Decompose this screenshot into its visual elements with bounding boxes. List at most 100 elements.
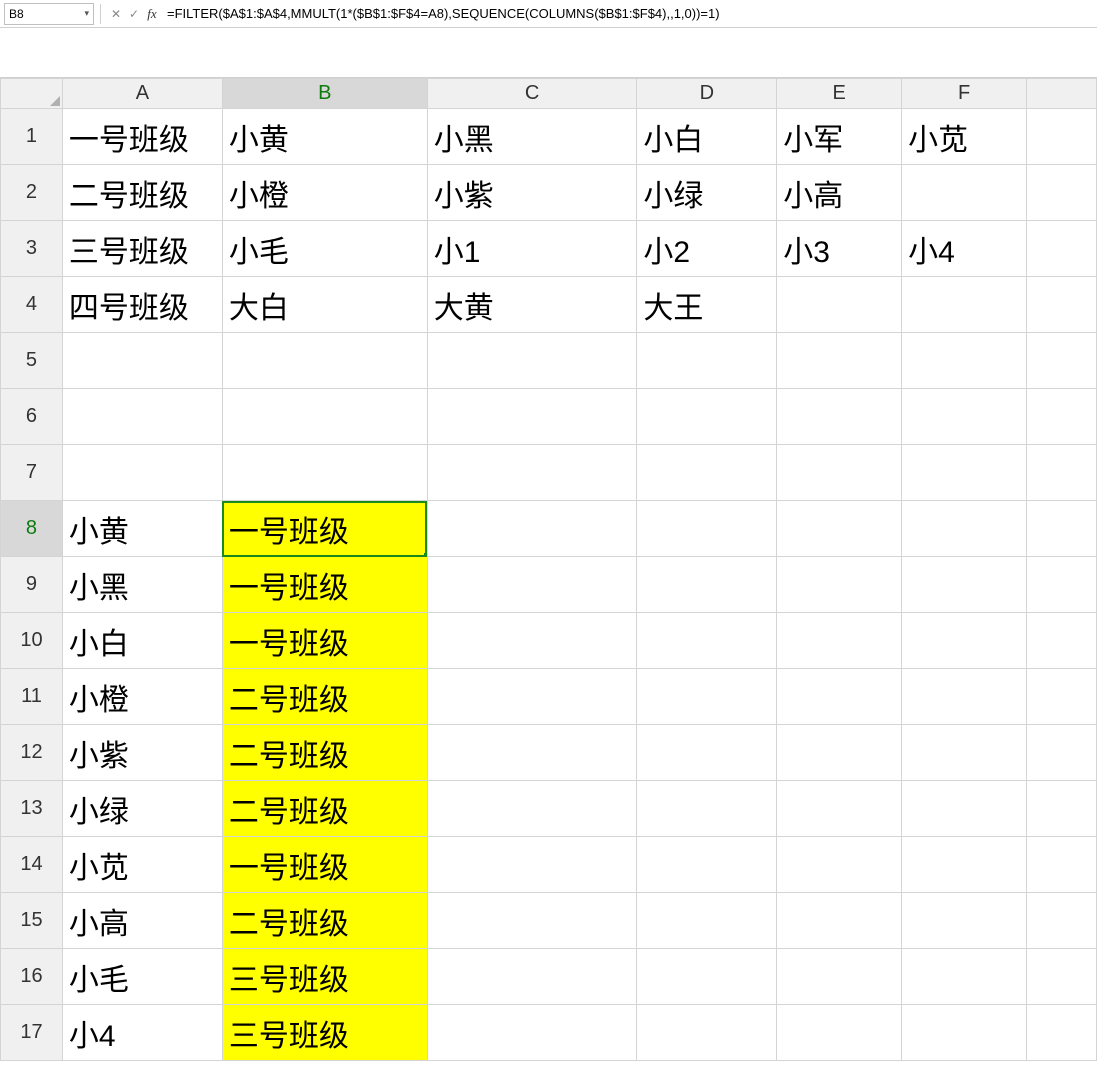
cell-C17[interactable] xyxy=(427,1005,637,1061)
row-header-1[interactable]: 1 xyxy=(1,109,63,165)
cell-A13[interactable]: 小绿 xyxy=(62,781,222,837)
cell-B6[interactable] xyxy=(222,389,427,445)
cell-G7[interactable] xyxy=(1027,445,1097,501)
row-header-16[interactable]: 16 xyxy=(1,949,63,1005)
cell-G16[interactable] xyxy=(1027,949,1097,1005)
cell-D13[interactable] xyxy=(637,781,777,837)
select-all-corner[interactable] xyxy=(1,79,63,109)
cell-E15[interactable] xyxy=(777,893,902,949)
confirm-formula-button[interactable]: ✓ xyxy=(125,5,143,23)
cell-E13[interactable] xyxy=(777,781,902,837)
cell-C3[interactable]: 小1 xyxy=(427,221,637,277)
cell-D8[interactable] xyxy=(637,501,777,557)
cell-B13[interactable]: 二号班级 xyxy=(222,781,427,837)
cell-E6[interactable] xyxy=(777,389,902,445)
col-header-E[interactable]: E xyxy=(777,79,902,109)
cell-E3[interactable]: 小3 xyxy=(777,221,902,277)
cell-F7[interactable] xyxy=(902,445,1027,501)
cell-D10[interactable] xyxy=(637,613,777,669)
cell-F8[interactable] xyxy=(902,501,1027,557)
row-header-17[interactable]: 17 xyxy=(1,1005,63,1061)
cell-D9[interactable] xyxy=(637,557,777,613)
cell-E9[interactable] xyxy=(777,557,902,613)
cell-E5[interactable] xyxy=(777,333,902,389)
name-box[interactable]: B8 ▾ xyxy=(4,3,94,25)
cell-B3[interactable]: 小毛 xyxy=(222,221,427,277)
cell-B12[interactable]: 二号班级 xyxy=(222,725,427,781)
cell-B14[interactable]: 一号班级 xyxy=(222,837,427,893)
cell-G17[interactable] xyxy=(1027,1005,1097,1061)
row-header-2[interactable]: 2 xyxy=(1,165,63,221)
cell-A9[interactable]: 小黑 xyxy=(62,557,222,613)
cell-C2[interactable]: 小紫 xyxy=(427,165,637,221)
col-header-C[interactable]: C xyxy=(427,79,637,109)
cell-B2[interactable]: 小橙 xyxy=(222,165,427,221)
cell-B17[interactable]: 三号班级 xyxy=(222,1005,427,1061)
row-header-6[interactable]: 6 xyxy=(1,389,63,445)
cell-A17[interactable]: 小4 xyxy=(62,1005,222,1061)
cell-F13[interactable] xyxy=(902,781,1027,837)
cell-C13[interactable] xyxy=(427,781,637,837)
cell-E11[interactable] xyxy=(777,669,902,725)
row-header-8[interactable]: 8 xyxy=(1,501,63,557)
cell-A15[interactable]: 小高 xyxy=(62,893,222,949)
cell-G10[interactable] xyxy=(1027,613,1097,669)
cell-A4[interactable]: 四号班级 xyxy=(62,277,222,333)
col-header-blank[interactable] xyxy=(1027,79,1097,109)
cell-G12[interactable] xyxy=(1027,725,1097,781)
cell-E2[interactable]: 小高 xyxy=(777,165,902,221)
cell-G5[interactable] xyxy=(1027,333,1097,389)
cell-D11[interactable] xyxy=(637,669,777,725)
cell-C9[interactable] xyxy=(427,557,637,613)
cell-A3[interactable]: 三号班级 xyxy=(62,221,222,277)
cell-C8[interactable] xyxy=(427,501,637,557)
row-header-15[interactable]: 15 xyxy=(1,893,63,949)
cell-E8[interactable] xyxy=(777,501,902,557)
cell-C6[interactable] xyxy=(427,389,637,445)
row-header-13[interactable]: 13 xyxy=(1,781,63,837)
col-header-B[interactable]: B xyxy=(222,79,427,109)
cell-F17[interactable] xyxy=(902,1005,1027,1061)
cancel-formula-button[interactable]: ✕ xyxy=(107,5,125,23)
cell-C1[interactable]: 小黑 xyxy=(427,109,637,165)
cell-A6[interactable] xyxy=(62,389,222,445)
cell-E1[interactable]: 小军 xyxy=(777,109,902,165)
cell-F4[interactable] xyxy=(902,277,1027,333)
cell-B9[interactable]: 一号班级 xyxy=(222,557,427,613)
cell-A1[interactable]: 一号班级 xyxy=(62,109,222,165)
cell-C14[interactable] xyxy=(427,837,637,893)
cell-F1[interactable]: 小苋 xyxy=(902,109,1027,165)
cell-F12[interactable] xyxy=(902,725,1027,781)
cell-G8[interactable] xyxy=(1027,501,1097,557)
cell-F15[interactable] xyxy=(902,893,1027,949)
row-header-9[interactable]: 9 xyxy=(1,557,63,613)
cell-D2[interactable]: 小绿 xyxy=(637,165,777,221)
col-header-D[interactable]: D xyxy=(637,79,777,109)
cell-F5[interactable] xyxy=(902,333,1027,389)
cell-F14[interactable] xyxy=(902,837,1027,893)
cell-A5[interactable] xyxy=(62,333,222,389)
cell-E17[interactable] xyxy=(777,1005,902,1061)
cell-D12[interactable] xyxy=(637,725,777,781)
cell-D5[interactable] xyxy=(637,333,777,389)
cell-D3[interactable]: 小2 xyxy=(637,221,777,277)
cell-G9[interactable] xyxy=(1027,557,1097,613)
cell-E4[interactable] xyxy=(777,277,902,333)
cell-G3[interactable] xyxy=(1027,221,1097,277)
cell-G11[interactable] xyxy=(1027,669,1097,725)
cell-F11[interactable] xyxy=(902,669,1027,725)
row-header-12[interactable]: 12 xyxy=(1,725,63,781)
cell-A10[interactable]: 小白 xyxy=(62,613,222,669)
cell-F2[interactable] xyxy=(902,165,1027,221)
row-header-14[interactable]: 14 xyxy=(1,837,63,893)
row-header-3[interactable]: 3 xyxy=(1,221,63,277)
row-header-11[interactable]: 11 xyxy=(1,669,63,725)
cell-D14[interactable] xyxy=(637,837,777,893)
cell-F9[interactable] xyxy=(902,557,1027,613)
cell-G1[interactable] xyxy=(1027,109,1097,165)
cell-A7[interactable] xyxy=(62,445,222,501)
cell-G15[interactable] xyxy=(1027,893,1097,949)
cell-D1[interactable]: 小白 xyxy=(637,109,777,165)
cell-C7[interactable] xyxy=(427,445,637,501)
cell-A16[interactable]: 小毛 xyxy=(62,949,222,1005)
